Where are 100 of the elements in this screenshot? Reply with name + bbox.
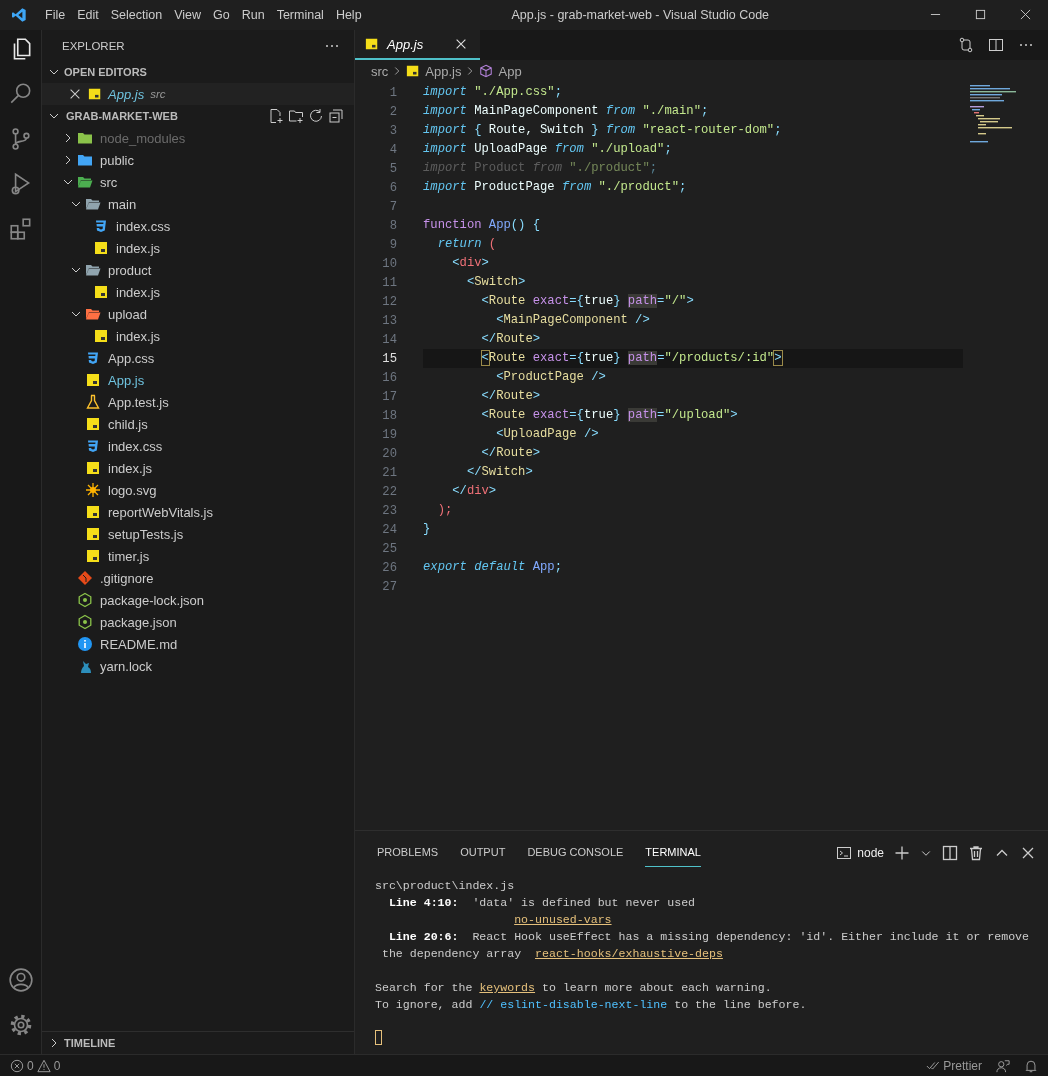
tree-item[interactable]: timer.js (42, 545, 354, 567)
app-logo-icon (11, 7, 27, 23)
tree-item[interactable]: src (42, 171, 354, 193)
code-line: function App() { (423, 217, 542, 234)
tree-item[interactable]: main (42, 193, 354, 215)
tree-item[interactable]: reportWebVitals.js (42, 501, 354, 523)
menu-item[interactable]: Edit (71, 8, 105, 22)
tree-item[interactable]: index.css (42, 435, 354, 457)
account-icon[interactable] (7, 967, 34, 993)
code-line: import Product from "./product"; (423, 160, 659, 177)
error-icon (10, 1058, 24, 1073)
line-number: 6 (388, 180, 397, 195)
tree-item[interactable]: public (42, 149, 354, 171)
code-line: <Switch> (465, 274, 527, 291)
refresh-icon[interactable] (308, 108, 324, 124)
maximize-icon[interactable] (975, 9, 986, 20)
editor-tab[interactable]: App.js (355, 30, 480, 60)
terminal-link[interactable]: no-unused-vars (514, 913, 612, 926)
explorer-title: EXPLORER (62, 39, 125, 52)
menu-item[interactable]: Go (207, 8, 236, 22)
close-icon[interactable] (1020, 9, 1031, 20)
code-line: import ProductPage from "./product"; (423, 179, 688, 196)
compare-changes-icon[interactable] (958, 37, 974, 53)
js-file-icon (85, 504, 101, 520)
panel-tab[interactable]: DEBUG CONSOLE (527, 838, 624, 867)
breadcrumb-item[interactable]: App.js (406, 63, 462, 79)
terminal-line: Search for the keywords to learn more about each warning. (375, 980, 772, 996)
warning-icon (36, 1058, 51, 1073)
js-file-icon (93, 328, 109, 344)
js-file-icon (88, 87, 102, 101)
info-icon (77, 636, 93, 652)
terminal-icon (836, 844, 853, 861)
open-editor-item[interactable]: App.js src (42, 83, 354, 105)
terminal-selector[interactable]: node (836, 844, 884, 861)
section-header[interactable]: OPEN EDITORS (42, 61, 354, 83)
code-line: import { Route, Switch } from "react-router-dom"; (423, 122, 783, 139)
breadcrumb-item[interactable]: src (371, 63, 389, 79)
code-line: <Route exact={true} path="/upload"> (480, 407, 739, 424)
line-number: 26 (381, 560, 397, 575)
tree-item[interactable]: README.md (42, 633, 354, 655)
tree-item[interactable]: index.css (42, 215, 354, 237)
section-header[interactable]: GRAB-MARKET-WEB (42, 105, 354, 127)
collapse-icon[interactable] (328, 108, 344, 124)
tree-item[interactable]: .gitignore (42, 567, 354, 589)
diamond-icon (77, 570, 93, 586)
tree-item[interactable]: package-lock.json (42, 589, 354, 611)
folder-icon (85, 262, 101, 278)
js-file-icon (85, 416, 101, 432)
tree-item[interactable]: child.js (42, 413, 354, 435)
panel-tab[interactable]: PROBLEMS (377, 838, 439, 867)
panel-tab[interactable]: OUTPUT (460, 838, 506, 867)
js-file-icon (365, 37, 379, 51)
tree-item[interactable]: yarn.lock (42, 655, 354, 677)
js-file-icon (85, 460, 101, 476)
line-number: 23 (381, 503, 397, 518)
tree-item[interactable]: logo.svg (42, 479, 354, 501)
split-terminal-icon[interactable] (942, 844, 958, 861)
split-editor-icon[interactable] (988, 37, 1004, 53)
code-line: import MainPageComponent from "./main"; (423, 103, 710, 120)
terminal-link[interactable]: react-hooks/exhaustive-deps (535, 947, 723, 960)
close-icon[interactable] (454, 37, 468, 51)
breadcrumb-item[interactable]: App (479, 63, 522, 79)
tree-item[interactable]: package.json (42, 611, 354, 633)
line-number: 13 (381, 313, 397, 328)
terminal-line: To ignore, add // eslint-disable-next-line to the line before. (375, 997, 807, 1013)
tree-item[interactable]: upload (42, 303, 354, 325)
folder-icon (77, 152, 93, 168)
tree-item[interactable]: App.test.js (42, 391, 354, 413)
menu-item[interactable]: Run (235, 8, 271, 22)
new-folder-icon[interactable] (288, 108, 304, 124)
tree-item[interactable]: App.css (42, 347, 354, 369)
code-line: </Route> (480, 331, 542, 348)
menu-item[interactable]: File (39, 8, 72, 22)
problems-status[interactable]: 0 0 (10, 1058, 61, 1073)
feedback-icon[interactable] (996, 1058, 1010, 1073)
new-file-icon[interactable] (268, 108, 284, 124)
line-number: 7 (388, 199, 397, 214)
tree-item[interactable]: App.js (42, 369, 354, 391)
bell-icon[interactable] (1024, 1058, 1038, 1073)
tree-item[interactable]: index.js (42, 237, 354, 259)
panel-tab[interactable]: TERMINAL (645, 838, 701, 867)
plus-icon[interactable] (894, 844, 910, 861)
sun-icon (85, 482, 101, 498)
code-line: <UploadPage /> (495, 426, 600, 443)
menu-item[interactable]: Help (329, 8, 368, 22)
tree-item[interactable]: setupTests.js (42, 523, 354, 545)
trash-icon[interactable] (968, 844, 984, 861)
folder-icon (77, 174, 93, 190)
menu-item[interactable]: View (168, 8, 207, 22)
tree-item[interactable]: index.js (42, 281, 354, 303)
prettier-status[interactable]: Prettier (926, 1058, 982, 1073)
terminal-link[interactable]: keywords (479, 981, 536, 994)
tree-item[interactable]: index.js (42, 325, 354, 347)
folder-icon (85, 306, 101, 322)
menu-item[interactable]: Terminal (270, 8, 330, 22)
close-icon[interactable] (68, 87, 82, 101)
tree-item[interactable]: index.js (42, 457, 354, 479)
code-line: export default App; (423, 559, 563, 576)
tree-item[interactable]: product (42, 259, 354, 281)
menu-item[interactable]: Selection (104, 8, 169, 22)
